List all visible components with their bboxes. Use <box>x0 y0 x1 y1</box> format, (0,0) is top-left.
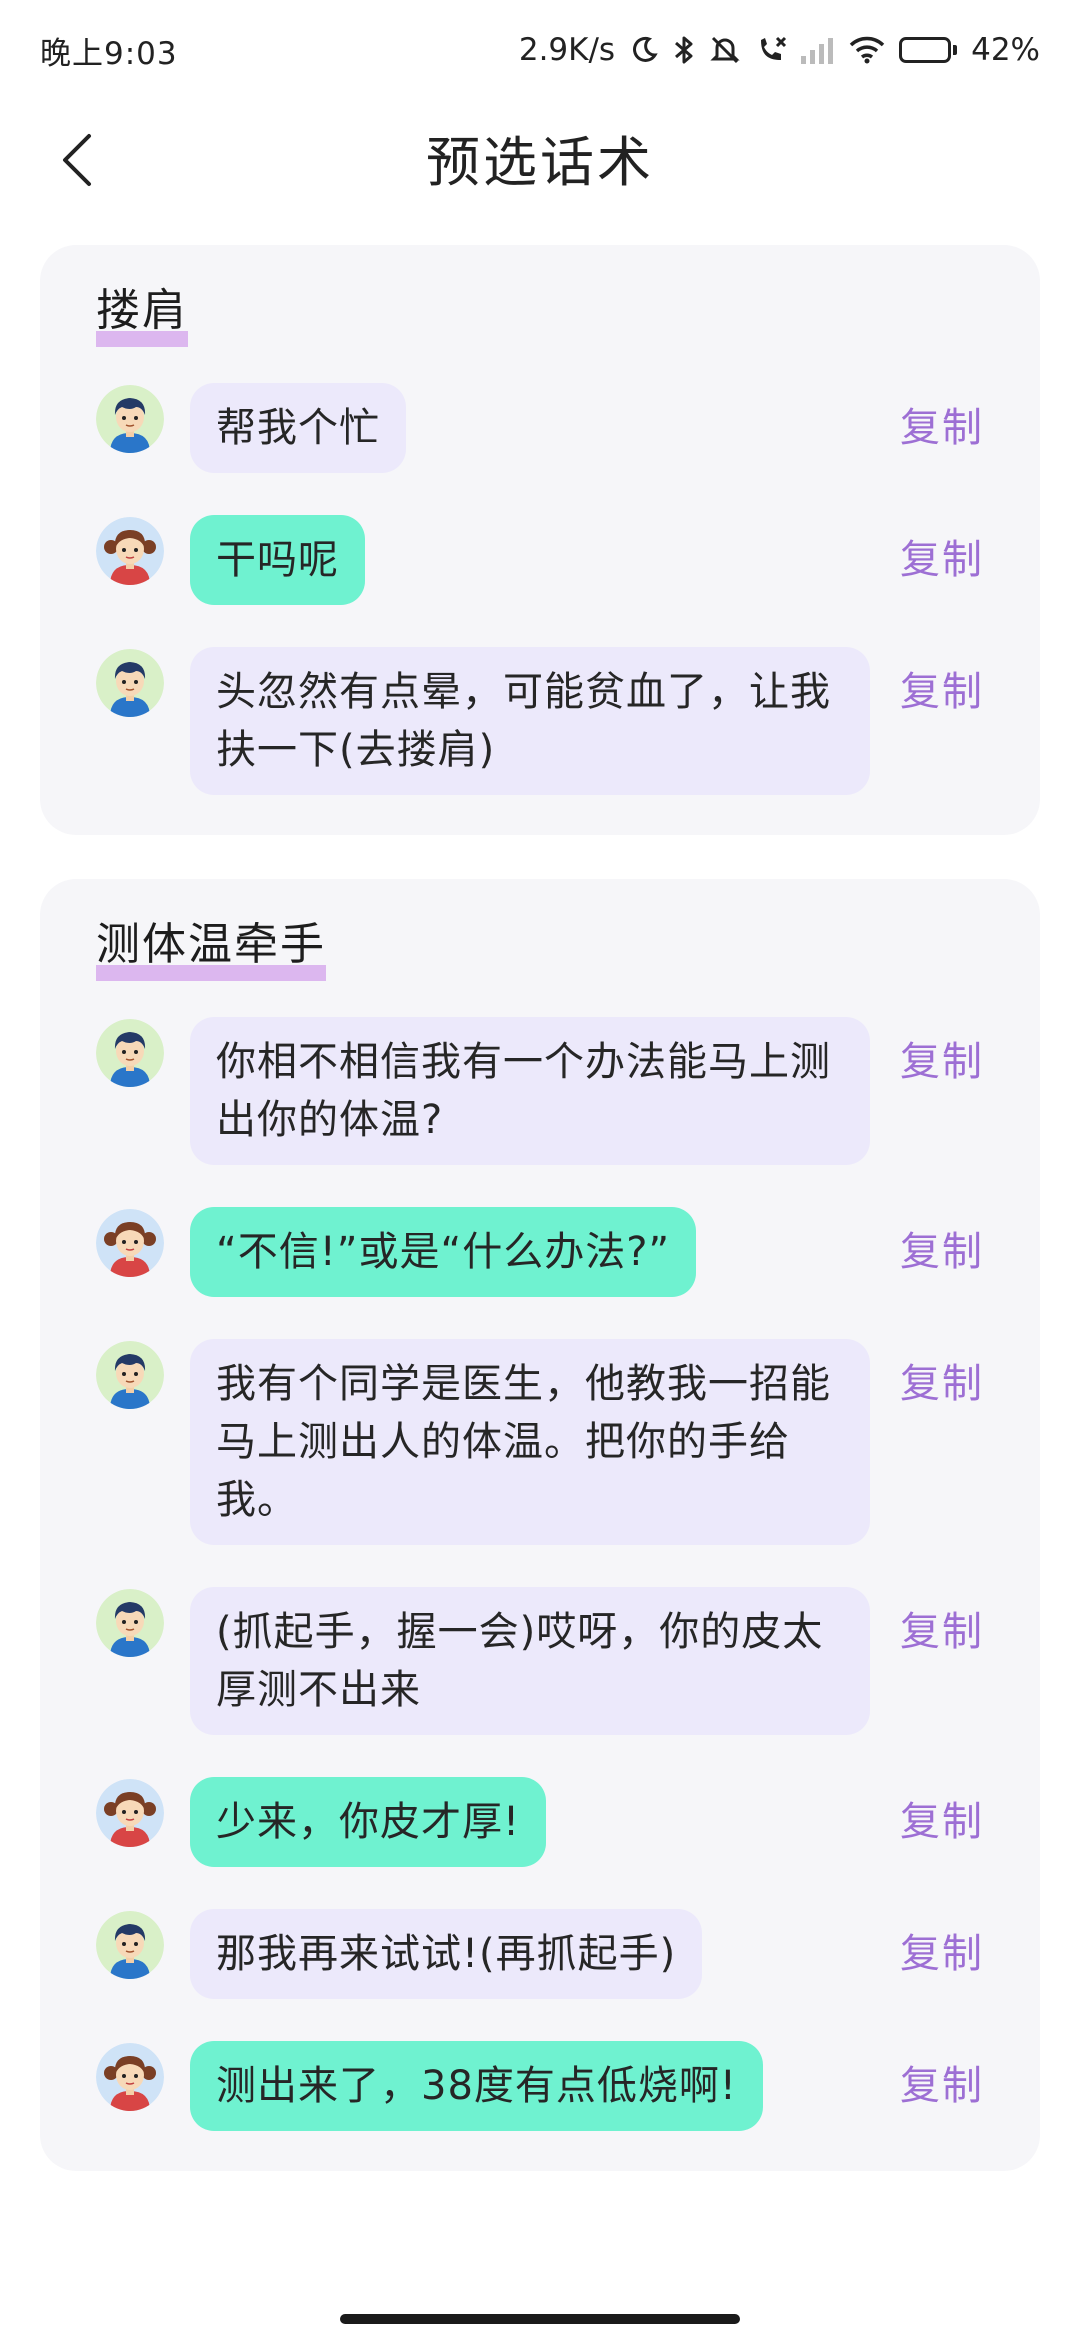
male-avatar-icon <box>96 649 164 717</box>
script-line-row: 那我再来试试!(再抓起手) 复制 <box>40 1909 1040 1999</box>
header: 预选话术 <box>0 100 1080 225</box>
signal-icon <box>801 36 835 64</box>
section-card: 搂肩 帮我个忙 复制 干吗呢 复制 头忽然有点晕，可能贫血了，让我扶一下(去搂肩) 复制 <box>40 245 1040 835</box>
copy-button[interactable]: 复制 <box>900 399 984 457</box>
status-icons: 2.9K/s 42% <box>519 32 1040 68</box>
copy-button[interactable]: 复制 <box>900 1223 984 1281</box>
copy-button[interactable]: 复制 <box>900 1355 984 1413</box>
script-line-row: “不信!”或是“什么办法?” 复制 <box>40 1207 1040 1297</box>
male-message-bubble: 你相不相信我有一个办法能马上测出你的体温? <box>190 1017 870 1165</box>
male-avatar-icon <box>96 385 164 453</box>
male-message-bubble: (抓起手，握一会)哎呀，你的皮太厚测不出来 <box>190 1587 870 1735</box>
copy-button[interactable]: 复制 <box>900 1925 984 1983</box>
male-avatar-icon <box>96 1341 164 1409</box>
script-list[interactable]: 搂肩 帮我个忙 复制 干吗呢 复制 头忽然有点晕，可能贫血了，让我扶一下(去搂肩) 复制 测体… <box>0 245 1080 2215</box>
status-time: 晚上9:03 <box>40 35 178 72</box>
female-avatar-icon <box>96 2043 164 2111</box>
page-title: 预选话术 <box>426 131 654 194</box>
copy-button[interactable]: 复制 <box>900 663 984 721</box>
male-message-bubble: 头忽然有点晕，可能贫血了，让我扶一下(去搂肩) <box>190 647 870 795</box>
male-avatar-icon <box>96 1019 164 1087</box>
female-message-bubble: “不信!”或是“什么办法?” <box>190 1207 697 1297</box>
female-message-bubble: 测出来了，38度有点低烧啊! <box>190 2041 763 2131</box>
female-message-bubble: 少来，你皮才厚! <box>190 1777 547 1867</box>
moon-icon <box>629 35 659 65</box>
female-avatar-icon <box>96 517 164 585</box>
script-line-row: (抓起手，握一会)哎呀，你的皮太厚测不出来 复制 <box>40 1587 1040 1735</box>
female-avatar-icon <box>96 1779 164 1847</box>
male-message-bubble: 那我再来试试!(再抓起手) <box>190 1909 703 1999</box>
section-card: 测体温牵手 你相不相信我有一个办法能马上测出你的体温? 复制 “不信!”或是“什么办法… <box>40 879 1040 2171</box>
copy-button[interactable]: 复制 <box>900 531 984 589</box>
section-title: 测体温牵手 <box>96 919 326 970</box>
male-message-bubble: 帮我个忙 <box>190 383 406 473</box>
bluetooth-icon <box>673 34 695 66</box>
battery-icon <box>899 37 958 63</box>
script-line-row: 我有个同学是医生，他教我一招能马上测出人的体温。把你的手给我。 复制 <box>40 1339 1040 1545</box>
script-line-row: 你相不相信我有一个办法能马上测出你的体温? 复制 <box>40 1017 1040 1165</box>
female-message-bubble: 干吗呢 <box>190 515 365 605</box>
copy-button[interactable]: 复制 <box>900 2057 984 2115</box>
wifi-icon <box>849 36 885 64</box>
copy-button[interactable]: 复制 <box>900 1033 984 1091</box>
network-speed: 2.9K/s <box>518 32 616 68</box>
female-avatar-icon <box>96 1209 164 1277</box>
section-header: 测体温牵手 <box>96 917 326 981</box>
script-line-row: 测出来了，38度有点低烧啊! 复制 <box>40 2041 1040 2131</box>
script-line-row: 少来，你皮才厚! 复制 <box>40 1777 1040 1867</box>
section-header: 搂肩 <box>96 283 188 347</box>
section-title: 搂肩 <box>96 285 188 336</box>
male-message-bubble: 我有个同学是医生，他教我一招能马上测出人的体温。把你的手给我。 <box>190 1339 870 1545</box>
battery-percent: 42% <box>971 32 1040 68</box>
mute-bell-icon <box>709 34 741 66</box>
gesture-bar <box>0 2300 1080 2340</box>
status-bar: 晚上9:03 2.9K/s 42% <box>0 0 1080 100</box>
script-line-row: 帮我个忙 复制 <box>40 383 1040 473</box>
script-line-row: 头忽然有点晕，可能贫血了，让我扶一下(去搂肩) 复制 <box>40 647 1040 795</box>
male-avatar-icon <box>96 1911 164 1979</box>
home-indicator[interactable] <box>340 2314 740 2324</box>
male-avatar-icon <box>96 1589 164 1657</box>
copy-button[interactable]: 复制 <box>900 1603 984 1661</box>
script-line-row: 干吗呢 复制 <box>40 515 1040 605</box>
call-forward-icon <box>755 34 787 66</box>
copy-button[interactable]: 复制 <box>900 1793 984 1851</box>
